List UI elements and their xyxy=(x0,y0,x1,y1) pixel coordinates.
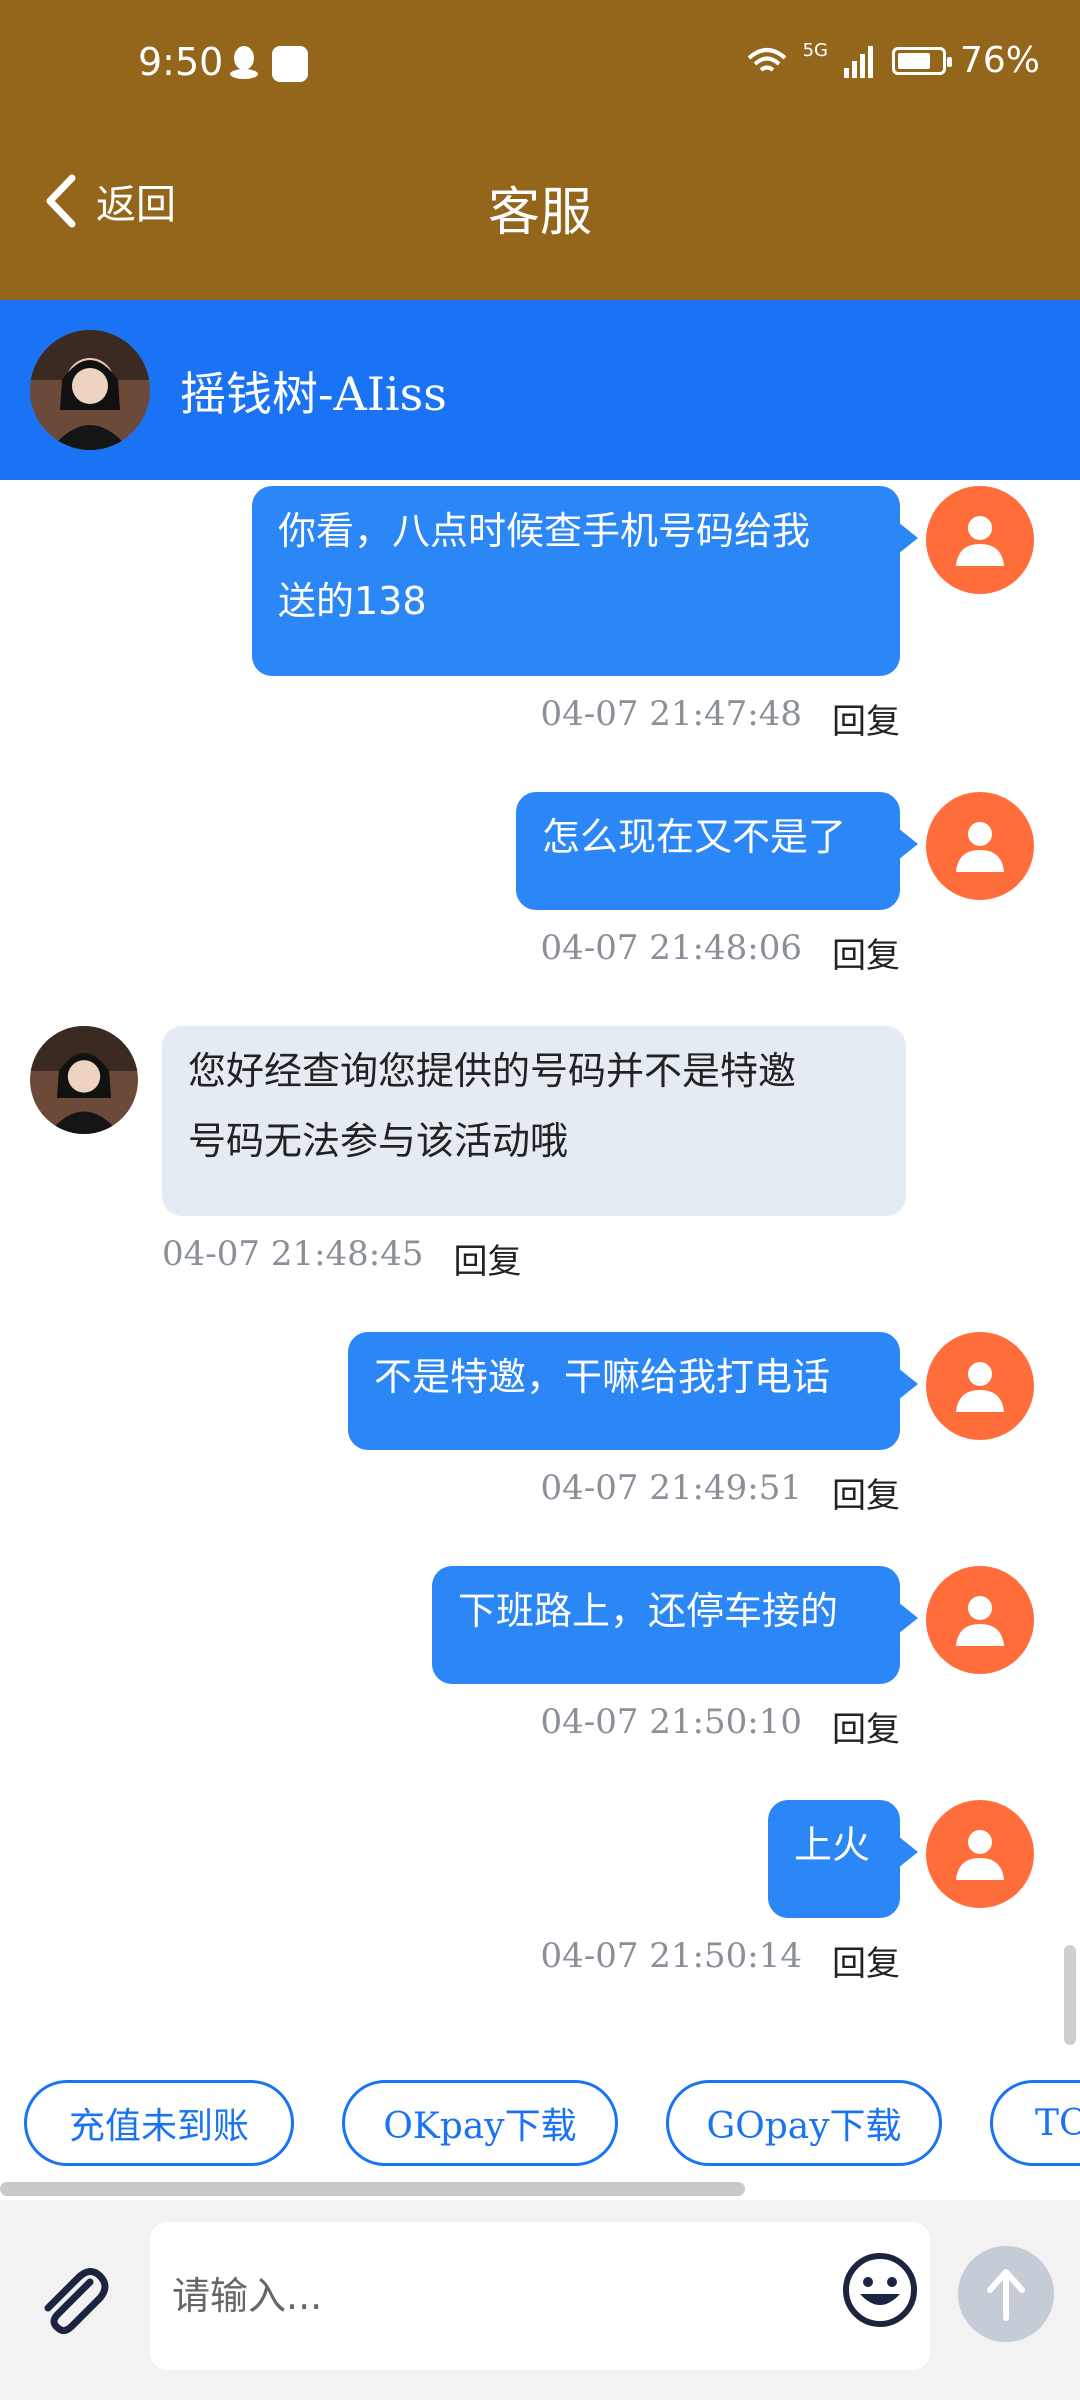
message-bubble[interactable]: 您好经查询您提供的号码并不是特邀 号码无法参与该活动哦 xyxy=(162,1026,906,1216)
app-notification-icon xyxy=(272,46,308,82)
message-bubble[interactable]: 你看，八点时候查手机号码给我 送的138 xyxy=(252,486,918,676)
reply-button[interactable]: 回复 xyxy=(832,928,900,977)
chat-messages: 你看，八点时候查手机号码给我 送的138 04-07 21:47:48 回复 怎… xyxy=(0,480,1080,2050)
paperclip-icon[interactable] xyxy=(34,2260,114,2340)
quick-reply-button[interactable]: OKpay下载 xyxy=(342,2080,618,2166)
agent-avatar[interactable] xyxy=(30,330,150,450)
send-button[interactable] xyxy=(958,2246,1054,2342)
message-timestamp: 04-07 21:50:10 xyxy=(540,1702,802,1742)
user-avatar[interactable] xyxy=(926,792,1034,900)
quick-reply-button[interactable]: TO xyxy=(990,2080,1080,2166)
reply-button[interactable]: 回复 xyxy=(832,1468,900,1517)
battery-percentage: 76% xyxy=(959,40,1040,81)
message-timestamp: 04-07 21:49:51 xyxy=(540,1468,802,1508)
signal-icon xyxy=(843,45,873,78)
input-bar: 请输入... xyxy=(0,2200,1080,2400)
quick-reply-button[interactable]: GOpay下载 xyxy=(666,2080,942,2166)
message-input[interactable]: 请输入... xyxy=(150,2222,930,2370)
message-text: 您好经查询您提供的号码并不是特邀 xyxy=(188,1049,797,1093)
reply-button[interactable]: 回复 xyxy=(454,1234,522,1283)
message-bubble[interactable]: 上火 xyxy=(768,1800,918,1918)
user-icon xyxy=(956,1362,1004,1412)
message-timestamp: 04-07 21:50:14 xyxy=(540,1936,802,1976)
user-avatar[interactable] xyxy=(926,1332,1034,1440)
emoji-icon[interactable] xyxy=(840,2250,920,2330)
message-bubble[interactable]: 下班路上，还停车接的 xyxy=(432,1566,918,1684)
message-text: 你看，八点时候查手机号码给我 xyxy=(278,509,811,553)
reply-button[interactable]: 回复 xyxy=(832,694,900,743)
user-icon xyxy=(956,822,1004,872)
status-indicators: 5G 76% xyxy=(745,40,1040,81)
status-time: 9:50 xyxy=(138,40,224,84)
message-timestamp: 04-07 21:48:45 xyxy=(162,1234,424,1274)
user-icon xyxy=(956,1830,1004,1880)
message-meta: 04-07 21:50:14 回复 xyxy=(540,1936,900,1985)
quick-replies: 充值未到账 OKpay下载 GOpay下载 TO xyxy=(0,2050,1080,2180)
status-bar: 9:50 5G 76% xyxy=(0,0,1080,130)
message-meta: 04-07 21:48:06 回复 xyxy=(540,928,900,977)
message-timestamp: 04-07 21:48:06 xyxy=(540,928,802,968)
battery-icon xyxy=(891,46,952,75)
user-avatar[interactable] xyxy=(926,1566,1034,1674)
agent-name: 摇钱树-AIiss xyxy=(180,367,447,421)
reply-button[interactable]: 回复 xyxy=(832,1936,900,1985)
quick-reply-button[interactable]: 充值未到账 xyxy=(24,2080,294,2166)
network-type: 5G xyxy=(802,40,828,61)
message-text: 不是特邀，干嘛给我打电话 xyxy=(374,1355,831,1399)
user-icon xyxy=(956,516,1004,566)
message-meta: 04-07 21:47:48 回复 xyxy=(540,694,900,743)
message-text: 送的138 xyxy=(278,579,427,623)
page-title: 客服 xyxy=(487,183,592,243)
message-bubble[interactable]: 不是特邀，干嘛给我打电话 xyxy=(348,1332,918,1450)
qq-icon xyxy=(230,46,258,79)
message-meta: 04-07 21:49:51 回复 xyxy=(540,1468,900,1517)
message-meta: 04-07 21:48:45 回复 xyxy=(162,1234,522,1283)
quick-replies-scrollbar[interactable] xyxy=(0,2182,745,2196)
reply-button[interactable]: 回复 xyxy=(832,1702,900,1751)
user-avatar[interactable] xyxy=(926,1800,1034,1908)
user-icon xyxy=(956,1596,1004,1646)
message-text: 号码无法参与该活动哦 xyxy=(188,1119,569,1163)
agent-header: 摇钱树-AIiss xyxy=(0,300,1080,480)
message-meta: 04-07 21:50:10 回复 xyxy=(540,1702,900,1751)
message-text: 下班路上，还停车接的 xyxy=(458,1589,839,1633)
arrow-up-icon xyxy=(987,2269,1025,2321)
message-bubble[interactable]: 怎么现在又不是了 xyxy=(516,792,918,910)
agent-avatar[interactable] xyxy=(30,1026,138,1134)
wifi-icon xyxy=(747,47,786,72)
message-text: 怎么现在又不是了 xyxy=(542,815,847,859)
navigation-bar: 返回 客服 xyxy=(0,130,1080,300)
chat-scrollbar[interactable] xyxy=(1064,1945,1076,2045)
message-timestamp: 04-07 21:47:48 xyxy=(540,694,802,734)
user-avatar[interactable] xyxy=(926,486,1034,594)
message-text: 上火 xyxy=(794,1823,871,1867)
